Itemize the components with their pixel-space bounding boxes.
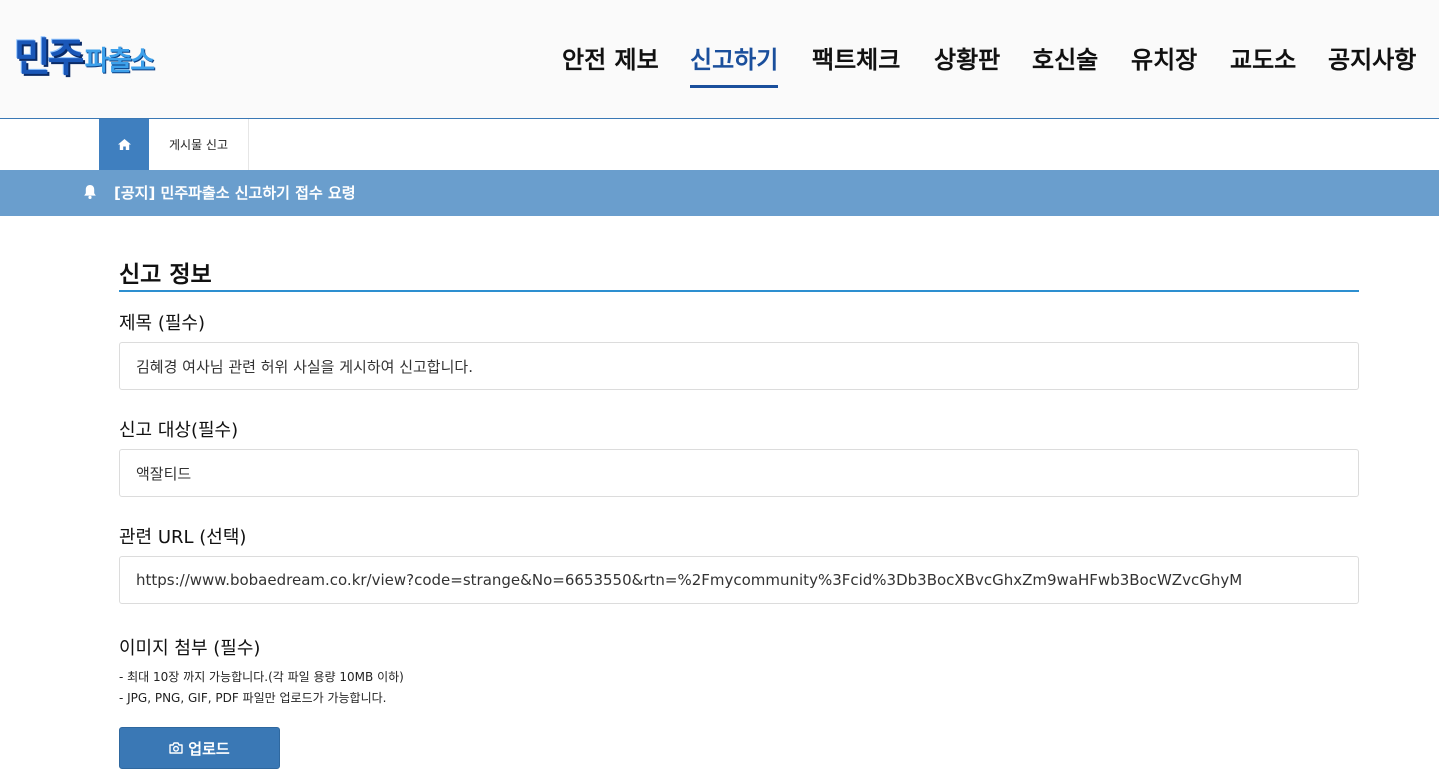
breadcrumb-current[interactable]: 게시물 신고 (149, 119, 249, 170)
image-help-size: - 최대 10장 까지 가능합니다.(각 파일 용량 10MB 이하) (119, 670, 404, 684)
title-label: 제목 (필수) (119, 313, 206, 334)
camera-icon (169, 742, 183, 754)
notice-link[interactable]: [공지] 민주파출소 신고하기 접수 요령 (114, 170, 356, 216)
logo-main-text: 민주 (14, 35, 85, 81)
url-input[interactable] (119, 556, 1359, 604)
title-input[interactable] (119, 342, 1359, 390)
section-title: 신고 정보 (119, 262, 212, 288)
image-label: 이미지 첨부 (필수) (119, 638, 261, 659)
nav-fact-check[interactable]: 팩트체크 (812, 40, 900, 88)
nav-safety-report[interactable]: 안전 제보 (562, 40, 659, 88)
target-input[interactable] (119, 449, 1359, 497)
home-icon (117, 139, 131, 150)
nav-report[interactable]: 신고하기 (690, 40, 779, 88)
upload-button[interactable]: 업로드 (119, 727, 280, 769)
nav-notices[interactable]: 공지사항 (1328, 40, 1416, 88)
section-divider (119, 290, 1359, 292)
bell-icon (84, 185, 96, 199)
image-help-format: - JPG, PNG, GIF, PDF 파일만 업로드가 가능합니다. (119, 691, 387, 705)
target-label: 신고 대상(필수) (119, 420, 239, 441)
logo-sub-text: 파출소 (84, 46, 156, 77)
nav-detention[interactable]: 유치장 (1131, 40, 1197, 88)
breadcrumb: 게시물 신고 (0, 119, 1439, 170)
nav-prison[interactable]: 교도소 (1230, 40, 1296, 88)
home-button[interactable] (99, 119, 149, 170)
site-logo[interactable]: 민주 파출소 (14, 24, 156, 84)
notice-bar: [공지] 민주파출소 신고하기 접수 요령 (0, 170, 1439, 216)
nav-status-board[interactable]: 상황판 (934, 40, 1000, 88)
site-header: 민주 파출소 안전 제보 신고하기 팩트체크 상황판 호신술 유치장 교도소 공… (0, 0, 1439, 119)
url-label: 관련 URL (선택) (119, 527, 247, 548)
nav-self-defense[interactable]: 호신술 (1032, 40, 1098, 88)
upload-label: 업로드 (188, 739, 230, 758)
